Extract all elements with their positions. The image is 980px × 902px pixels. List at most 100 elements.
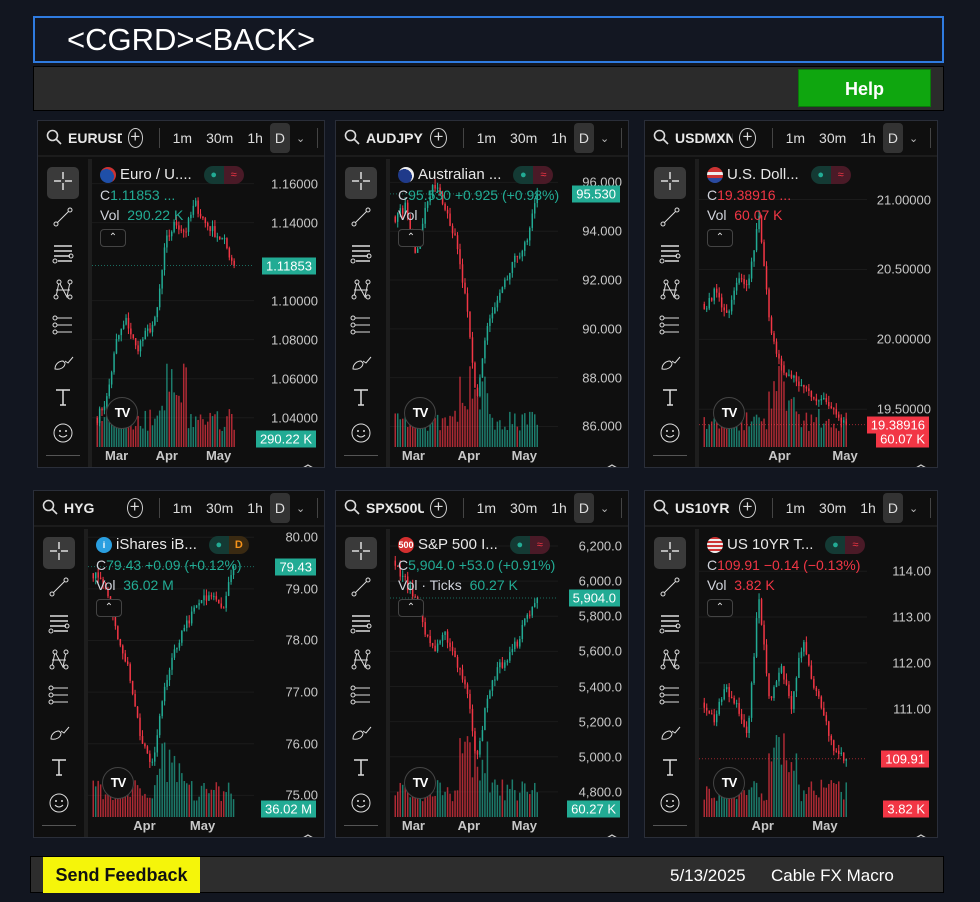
- collapse-legend-button[interactable]: ⌃: [707, 599, 733, 617]
- timeframe-D[interactable]: D: [573, 493, 594, 523]
- chart-area[interactable]: Euro / U.... ● ≈ C 1.11853 ... Vol 290.22 …: [92, 159, 324, 467]
- chart-area[interactable]: 500 S&P 500 I... ● ≈ C 5,904.0 +53.0 (+0.9…: [390, 529, 628, 837]
- brush-tool[interactable]: [654, 717, 686, 749]
- chevron-down-icon[interactable]: ⌄: [296, 502, 305, 515]
- timeframe-1m[interactable]: 1m: [470, 123, 503, 153]
- text-tool[interactable]: [345, 383, 377, 415]
- timeframe-D[interactable]: D: [573, 123, 594, 153]
- emoji-tool[interactable]: [654, 789, 686, 821]
- market-status-pill[interactable]: ● ≈: [203, 166, 244, 184]
- chart-area[interactable]: US 10YR T... ● ≈ C 109.91 −0.14 (−0.13%) V…: [699, 529, 937, 837]
- emoji-tool[interactable]: [345, 789, 377, 821]
- timeframe-1m[interactable]: 1m: [470, 493, 503, 523]
- fib-tool[interactable]: [43, 681, 75, 713]
- instrument-name[interactable]: S&P 500 I...: [418, 535, 498, 555]
- chart-area[interactable]: U.S. Doll... ● ≈ C 19.38916 ... Vol 60.07 …: [699, 159, 937, 467]
- symbol-search-input[interactable]: US10YR: [675, 500, 733, 516]
- timeframe-D[interactable]: D: [269, 493, 290, 523]
- emoji-tool[interactable]: [47, 419, 79, 451]
- brush-tool[interactable]: [345, 347, 377, 379]
- timeframe-1h[interactable]: 1h: [240, 493, 270, 523]
- text-tool[interactable]: [345, 753, 377, 785]
- symbol-search-input[interactable]: USDMXN: [675, 130, 733, 146]
- timeframe-30m[interactable]: 30m: [503, 123, 544, 153]
- emoji-tool[interactable]: [43, 789, 75, 821]
- timeframe-30m[interactable]: 30m: [503, 493, 544, 523]
- collapse-legend-button[interactable]: ⌃: [96, 599, 122, 617]
- chevron-down-icon[interactable]: ⌄: [909, 502, 918, 515]
- text-tool[interactable]: [654, 383, 686, 415]
- pattern-tool[interactable]: [345, 275, 377, 307]
- timeframe-1h[interactable]: 1h: [544, 493, 574, 523]
- timeframe-1m[interactable]: 1m: [779, 123, 812, 153]
- collapse-legend-button[interactable]: ⌃: [398, 599, 424, 617]
- symbol-search-input[interactable]: HYG: [64, 500, 121, 516]
- tradingview-logo[interactable]: TV: [404, 397, 436, 429]
- instrument-name[interactable]: US 10YR T...: [727, 535, 813, 555]
- timeframe-D[interactable]: D: [269, 123, 291, 153]
- instrument-name[interactable]: Australian ...: [418, 165, 501, 185]
- timeframe-1h[interactable]: 1h: [544, 123, 574, 153]
- fib-tool[interactable]: [654, 681, 686, 713]
- horizontal-lines-tool[interactable]: [345, 609, 377, 641]
- market-status-pill[interactable]: ● ≈: [810, 166, 851, 184]
- timeframe-30m[interactable]: 30m: [812, 493, 853, 523]
- emoji-tool[interactable]: [654, 419, 686, 451]
- horizontal-lines-tool[interactable]: [345, 239, 377, 271]
- search-icon[interactable]: [42, 499, 58, 518]
- fib-tool[interactable]: [345, 311, 377, 343]
- symbol-search-input[interactable]: EURUSD: [68, 130, 122, 146]
- tradingview-logo[interactable]: TV: [102, 767, 134, 799]
- emoji-tool[interactable]: [345, 419, 377, 451]
- chevron-down-icon[interactable]: ⌄: [600, 132, 609, 145]
- timeframe-30m[interactable]: 30m: [812, 123, 853, 153]
- market-status-pill[interactable]: ● ≈: [825, 536, 866, 554]
- collapse-legend-button[interactable]: ⌃: [100, 229, 126, 247]
- compare-add-button[interactable]: +: [430, 498, 447, 518]
- search-icon[interactable]: [653, 129, 669, 148]
- brush-tool[interactable]: [345, 717, 377, 749]
- text-tool[interactable]: [654, 753, 686, 785]
- crosshair-tool[interactable]: [654, 537, 686, 569]
- compare-add-button[interactable]: +: [126, 498, 143, 518]
- crosshair-tool[interactable]: [345, 167, 377, 199]
- search-icon[interactable]: [344, 129, 360, 148]
- chevron-down-icon[interactable]: ⌄: [296, 132, 305, 145]
- timeframe-1m[interactable]: 1m: [779, 493, 812, 523]
- symbol-search-input[interactable]: AUDJPY: [366, 130, 424, 146]
- collapse-legend-button[interactable]: ⌃: [707, 229, 733, 247]
- pattern-tool[interactable]: [654, 275, 686, 307]
- market-status-pill[interactable]: ● ≈: [509, 536, 550, 554]
- market-status-pill[interactable]: ● D: [208, 536, 249, 554]
- compare-add-button[interactable]: +: [127, 128, 143, 148]
- horizontal-lines-tool[interactable]: [43, 609, 75, 641]
- trend-line-tool[interactable]: [47, 203, 79, 235]
- brush-tool[interactable]: [654, 347, 686, 379]
- trend-line-tool[interactable]: [345, 573, 377, 605]
- instrument-name[interactable]: Euro / U....: [120, 165, 192, 185]
- title-bar[interactable]: <CGRD><BACK>: [33, 16, 944, 63]
- brush-tool[interactable]: [43, 717, 75, 749]
- timeframe-1m[interactable]: 1m: [166, 123, 199, 153]
- fib-tool[interactable]: [47, 311, 79, 343]
- timeframe-1h[interactable]: 1h: [853, 123, 883, 153]
- search-icon[interactable]: [46, 129, 62, 148]
- tradingview-logo[interactable]: TV: [404, 767, 436, 799]
- chevron-down-icon[interactable]: ⌄: [909, 132, 918, 145]
- instrument-name[interactable]: U.S. Doll...: [727, 165, 799, 185]
- send-feedback-button[interactable]: Send Feedback: [43, 857, 200, 893]
- crosshair-tool[interactable]: [654, 167, 686, 199]
- pattern-tool[interactable]: [43, 645, 75, 677]
- chart-area[interactable]: Australian ... ● ≈ C 95.530 +0.925 (+0.98%…: [390, 159, 628, 467]
- timeframe-D[interactable]: D: [882, 493, 903, 523]
- collapse-legend-button[interactable]: ⌃: [398, 229, 424, 247]
- trend-line-tool[interactable]: [43, 573, 75, 605]
- timeframe-1h[interactable]: 1h: [240, 123, 270, 153]
- text-tool[interactable]: [47, 383, 79, 415]
- compare-add-button[interactable]: +: [739, 498, 756, 518]
- symbol-search-input[interactable]: SPX500USD: [366, 500, 424, 516]
- timeframe-30m[interactable]: 30m: [199, 493, 240, 523]
- timeframe-30m[interactable]: 30m: [199, 123, 240, 153]
- compare-add-button[interactable]: +: [430, 128, 447, 148]
- tradingview-logo[interactable]: TV: [713, 767, 745, 799]
